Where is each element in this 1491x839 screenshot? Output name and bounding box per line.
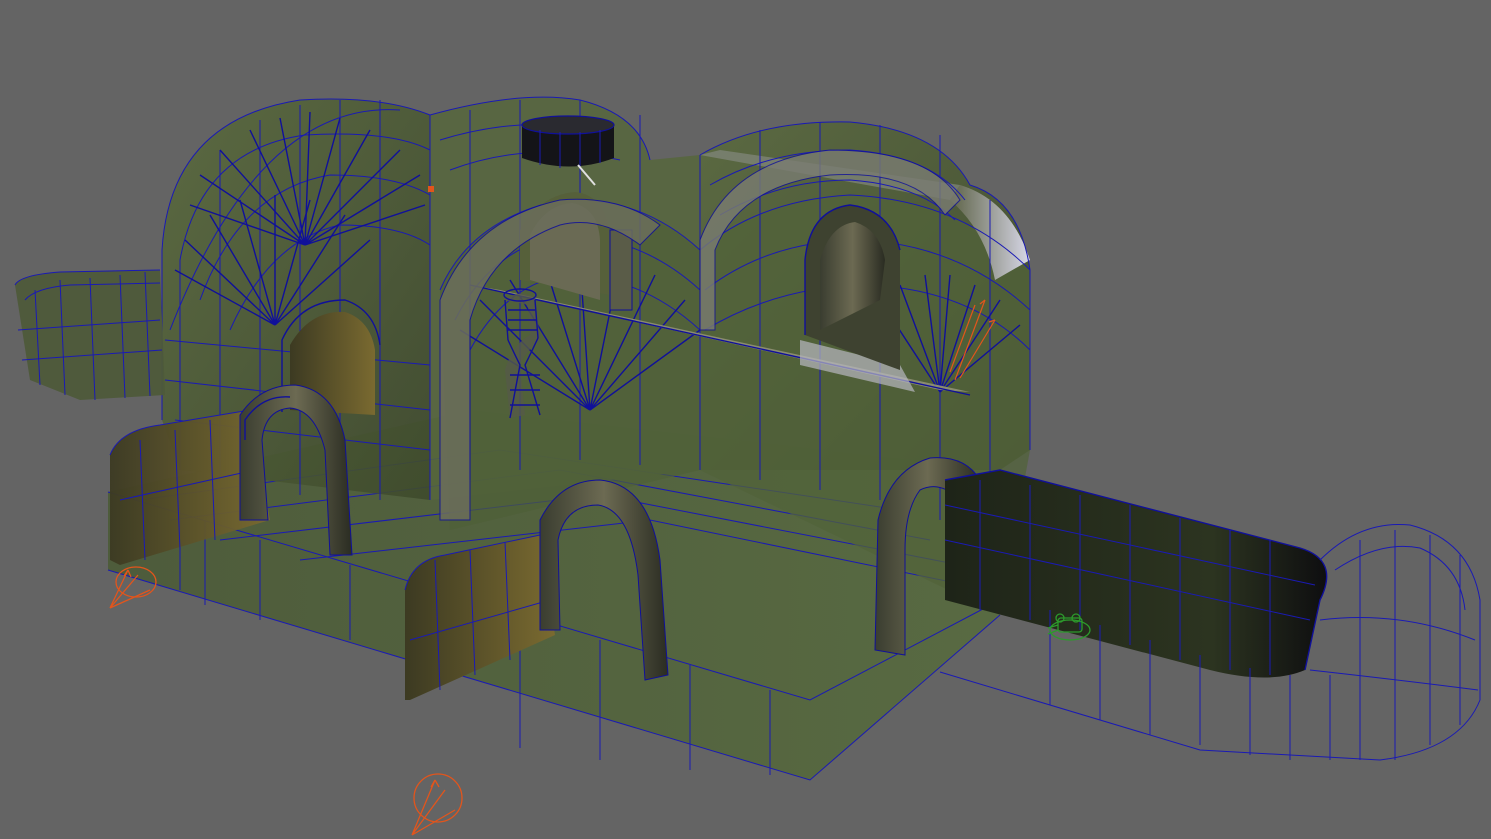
3d-viewport[interactable] [0,0,1491,839]
spot-light-icon[interactable] [411,773,463,836]
light-marker-icon[interactable] [428,186,434,192]
scene-canvas[interactable] [0,0,1491,839]
far-left-vault[interactable] [14,269,165,401]
right-corridor[interactable] [939,469,1481,761]
